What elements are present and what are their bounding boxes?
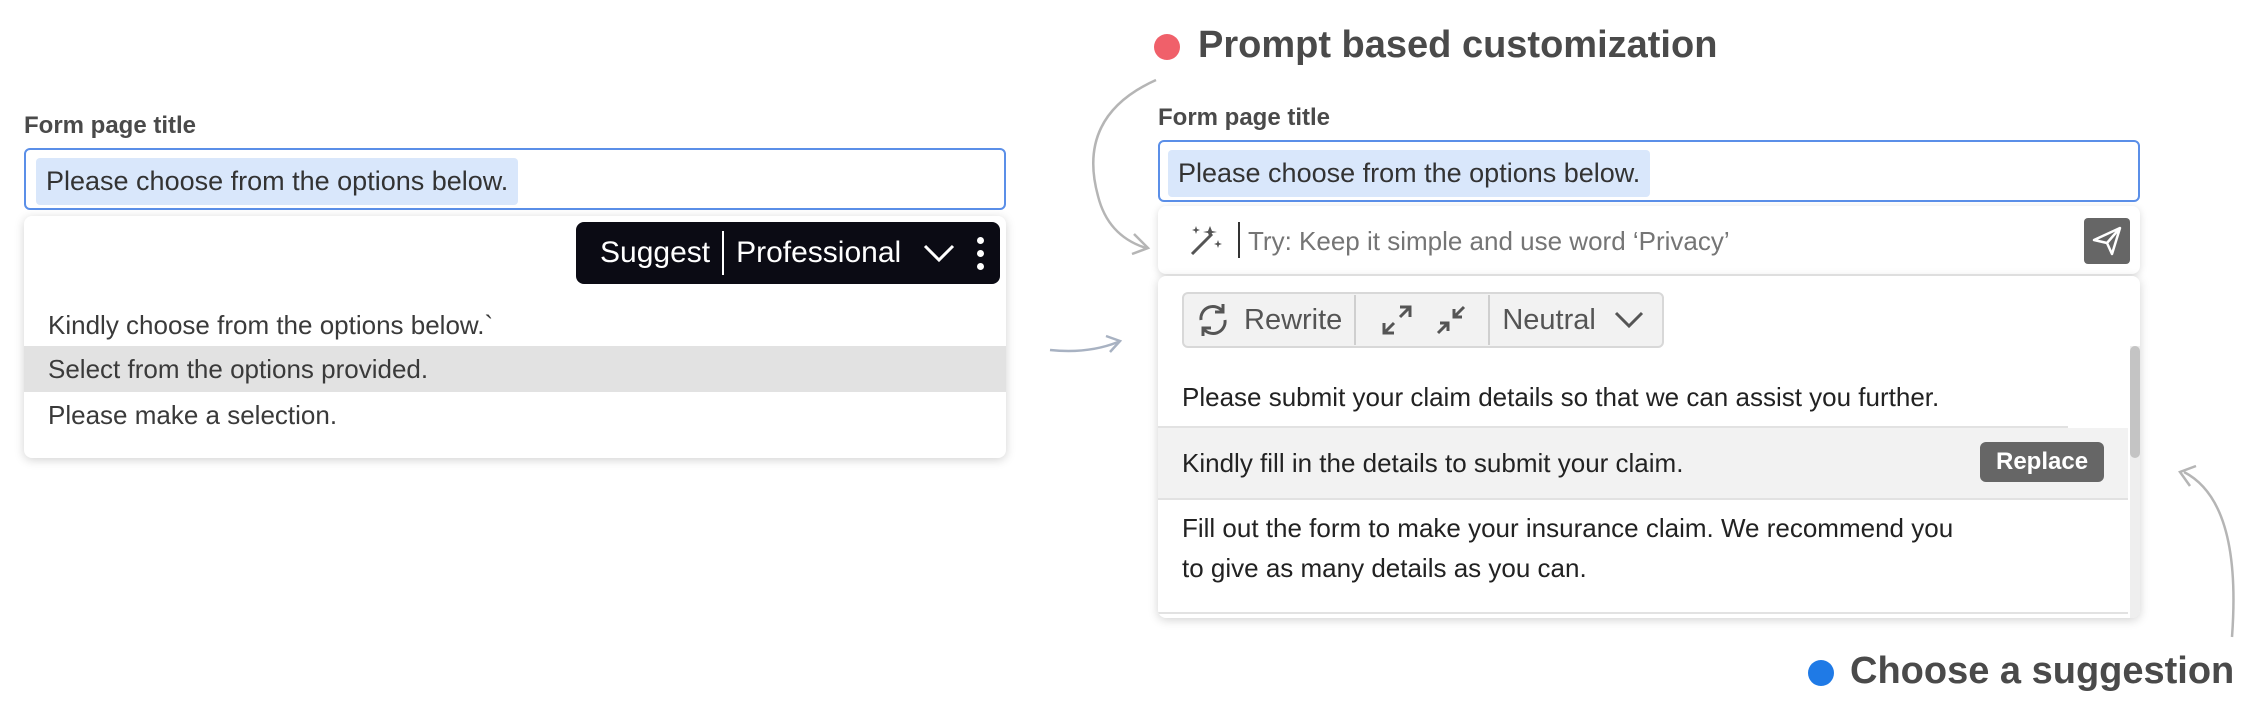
toolbar-divider bbox=[722, 231, 725, 275]
magic-wand-icon bbox=[1188, 222, 1224, 263]
shrink-icon[interactable] bbox=[1434, 303, 1468, 337]
refresh-icon[interactable] bbox=[1194, 301, 1232, 339]
suggestion-item-hovered[interactable]: Kindly fill in the details to submit you… bbox=[1158, 428, 2128, 498]
option-item[interactable]: Kindly choose from the options below.` bbox=[24, 302, 1006, 348]
left-suggestion-dropdown: Suggest Professional Kindly choose from … bbox=[24, 216, 1006, 458]
legend-choose-suggestion: Choose a suggestion bbox=[1850, 650, 2235, 692]
legend-dot-red bbox=[1154, 34, 1180, 60]
suggestion-text-line-2: to give as many details as you can. bbox=[1182, 553, 1587, 583]
right-field-label: Form page title bbox=[1158, 104, 1331, 131]
left-field-label: Form page title bbox=[24, 112, 197, 139]
rewrite-button[interactable]: Rewrite bbox=[1244, 304, 1342, 337]
prompt-bar bbox=[1158, 206, 2140, 274]
send-icon[interactable] bbox=[2084, 218, 2130, 264]
tool-divider bbox=[1488, 295, 1491, 345]
suggest-button[interactable]: Suggest bbox=[600, 236, 710, 270]
rewrite-toolbar: Rewrite Neutral bbox=[1182, 292, 1664, 348]
suggestion-text-line-1: Fill out the form to make your insurance… bbox=[1182, 513, 1954, 543]
left-ai-toolbar: Suggest Professional bbox=[576, 222, 1000, 284]
option-item[interactable]: Please make a selection. bbox=[24, 392, 1006, 438]
suggestion-item[interactable]: Fill out the form to make your insurance… bbox=[1158, 508, 2128, 592]
tone-select[interactable]: Professional bbox=[736, 236, 901, 270]
left-title-input[interactable]: Please choose from the options below. bbox=[24, 148, 1006, 210]
curved-arrow-icon bbox=[2178, 464, 2235, 638]
expand-icon[interactable] bbox=[1380, 303, 1414, 337]
suggestions-panel: Rewrite Neutral Please submit your claim… bbox=[1158, 276, 2140, 618]
right-input-selected-text: Please choose from the options below. bbox=[1168, 150, 1651, 197]
tool-divider bbox=[1354, 295, 1357, 345]
left-input-selected-text: Please choose from the options below. bbox=[36, 158, 519, 205]
right-title-input[interactable]: Please choose from the options below. bbox=[1158, 140, 2140, 202]
more-vertical-icon[interactable] bbox=[977, 236, 985, 270]
flow-arrow-icon bbox=[1049, 334, 1123, 353]
text-cursor bbox=[1238, 222, 1240, 258]
legend-prompt-customization: Prompt based customization bbox=[1198, 24, 1718, 66]
legend-dot-blue bbox=[1808, 660, 1834, 686]
scrollbar-thumb[interactable] bbox=[2130, 346, 2140, 458]
tone-select-neutral[interactable]: Neutral bbox=[1502, 304, 1596, 337]
suggestion-item[interactable]: Please submit your claim details so that… bbox=[1158, 372, 2128, 422]
option-item-highlighted[interactable]: Select from the options provided. bbox=[24, 346, 1006, 392]
replace-button[interactable]: Replace bbox=[1980, 442, 2105, 482]
chevron-down-icon[interactable] bbox=[923, 243, 955, 263]
divider bbox=[1158, 612, 2128, 614]
suggestion-text: Kindly fill in the details to submit you… bbox=[1182, 448, 1684, 478]
divider bbox=[1158, 498, 2128, 500]
prompt-input[interactable] bbox=[1246, 218, 2010, 264]
chevron-down-icon[interactable] bbox=[1614, 311, 1644, 329]
